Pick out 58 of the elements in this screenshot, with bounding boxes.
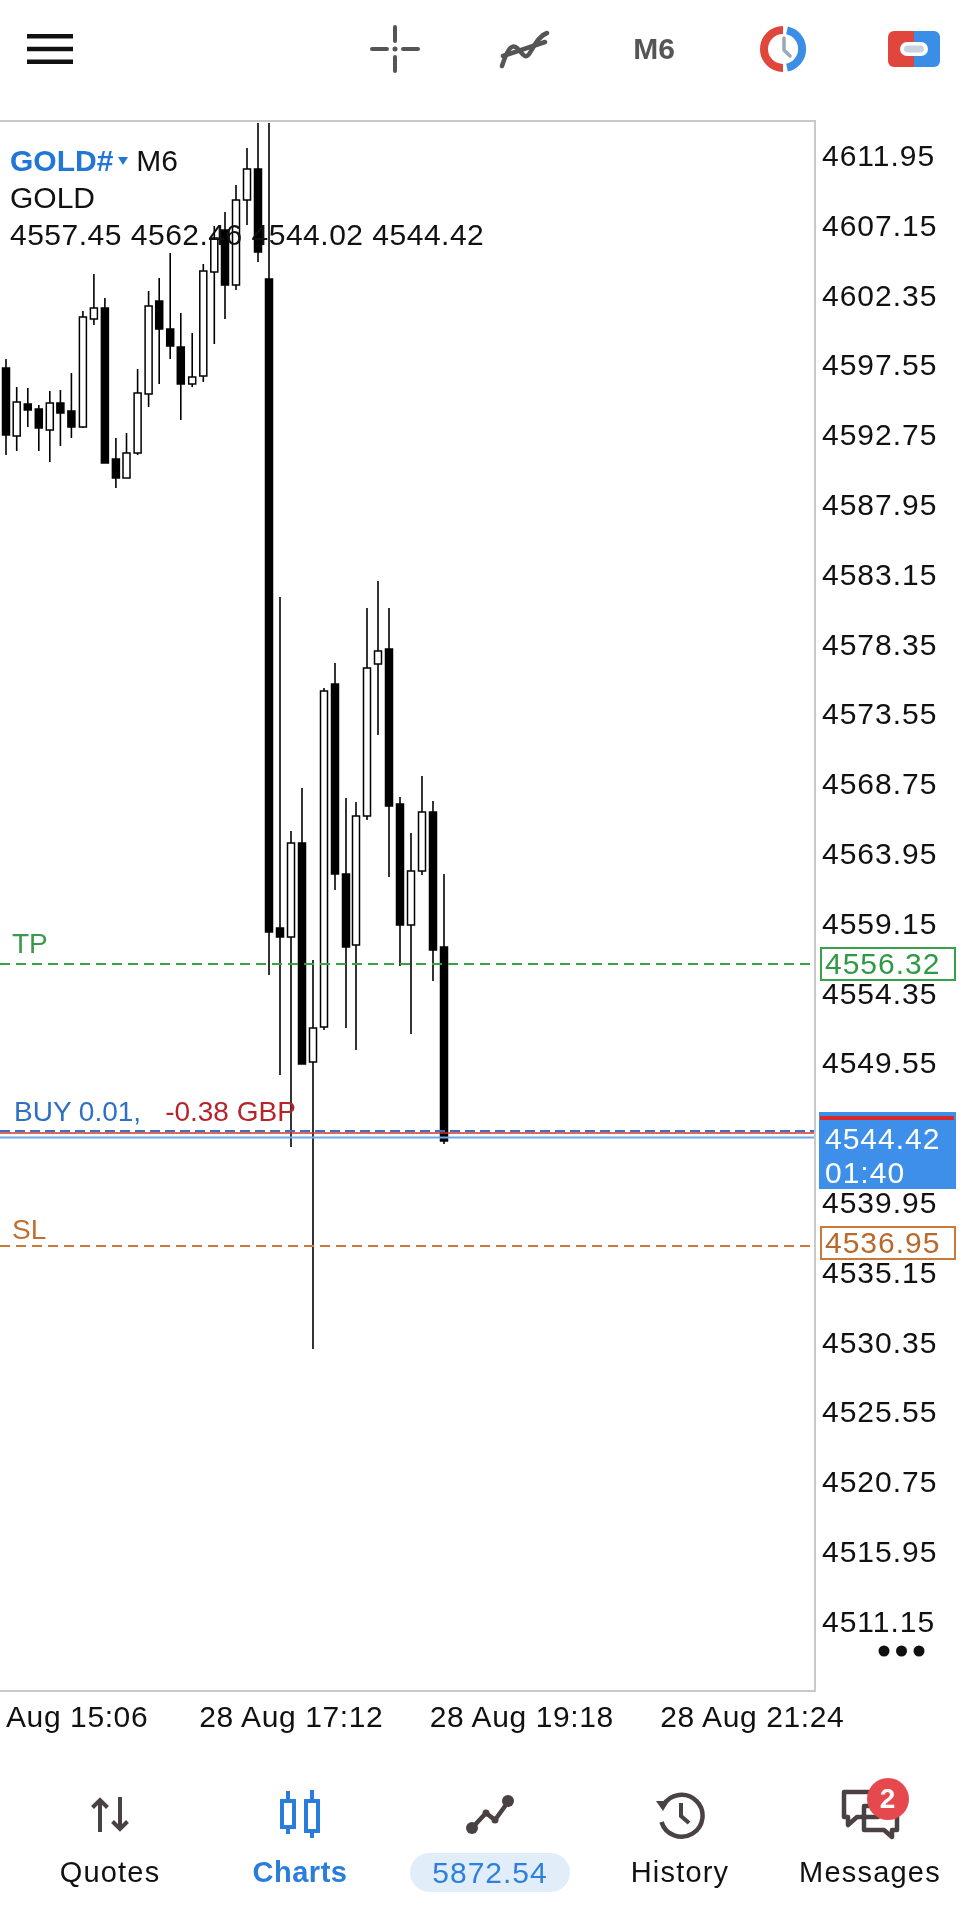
price-axis-label: 4515.95	[822, 1540, 938, 1564]
chart-timeframe: M6	[136, 143, 179, 179]
timeframe-button[interactable]: M6	[628, 29, 680, 69]
price-axis-label: 4583.15	[822, 562, 938, 587]
price-axis-label: 4549.55	[822, 1051, 938, 1076]
take-profit-price-tag: 4556.32	[820, 947, 956, 981]
price-axis-label: 4520.75	[822, 1470, 938, 1495]
price-axis-label: 4578.35	[822, 632, 938, 657]
price-axis-label: 4568.75	[822, 772, 938, 797]
price-axis-label: 4592.75	[822, 423, 938, 448]
price-axis-label: 4597.55	[822, 353, 938, 378]
price-axis-label: 4607.15	[822, 213, 938, 238]
price-axis-label: 4530.35	[822, 1330, 938, 1355]
price-axis-label: 4563.95	[822, 842, 938, 866]
bearish-candle	[23, 387, 33, 428]
current-price: 4544.42	[825, 1122, 941, 1156]
caret-icon	[118, 156, 129, 165]
nav-tab[interactable]: 2 Messages	[775, 1772, 965, 1892]
stop-loss-price-tag: 4536.95	[820, 1226, 956, 1260]
price-axis-label: 4602.35	[822, 283, 938, 308]
line-chart-icon	[465, 1793, 515, 1835]
nav-tab[interactable]: Charts	[205, 1772, 395, 1892]
time-axis-label: 28 Aug 19:18	[429, 1700, 614, 1733]
bearish-candle	[67, 372, 76, 439]
crosshair-icon[interactable]	[370, 25, 420, 73]
time-axis-label: 28 Aug 17:12	[199, 1700, 384, 1733]
price-axis-label: 4587.95	[822, 493, 938, 517]
price-axis-label: 4539.95	[822, 1191, 938, 1215]
toggle-icon[interactable]	[888, 31, 940, 67]
price-axis-label: 4611.95	[822, 144, 936, 168]
price-axis-label: 4511.15	[822, 1609, 936, 1634]
bar-countdown: 01:40	[825, 1156, 906, 1190]
price-axis-label: 4535.15	[822, 1260, 938, 1285]
price-axis-label: 4573.55	[822, 702, 938, 727]
position-label: BUY 0.01,	[14, 1096, 142, 1128]
bearish-candle	[56, 389, 65, 447]
take-profit-label: TP	[12, 928, 48, 960]
bullish-candle	[187, 332, 197, 388]
up-down-arrows-icon	[90, 1795, 130, 1833]
more-icon[interactable]	[878, 1645, 925, 1657]
bullish-candle	[12, 386, 21, 452]
price-axis-label: 4554.35	[822, 981, 938, 1006]
nav-tab[interactable]: History	[585, 1772, 775, 1892]
price-axis-label: 4525.55	[822, 1400, 938, 1425]
nav-tab[interactable]: Quotes	[15, 1772, 205, 1892]
bearish-candle	[34, 404, 44, 452]
symbol-description: GOLD	[10, 180, 96, 216]
notification-badge: 2	[866, 1778, 909, 1820]
bullish-candle	[122, 432, 131, 479]
price-axis-label: 4559.15	[822, 911, 938, 936]
candlestick-icon	[279, 1789, 321, 1839]
stop-loss-label: SL	[12, 1214, 47, 1246]
wave-icon[interactable]	[498, 29, 550, 69]
time-axis-label: Aug 15:06	[6, 1700, 149, 1733]
menu-icon[interactable]	[27, 34, 73, 64]
symbol-name: GOLD#	[10, 143, 114, 179]
balance-pill: 5872.54	[410, 1853, 570, 1892]
time-axis-label: 28 Aug 21:24	[660, 1700, 845, 1733]
